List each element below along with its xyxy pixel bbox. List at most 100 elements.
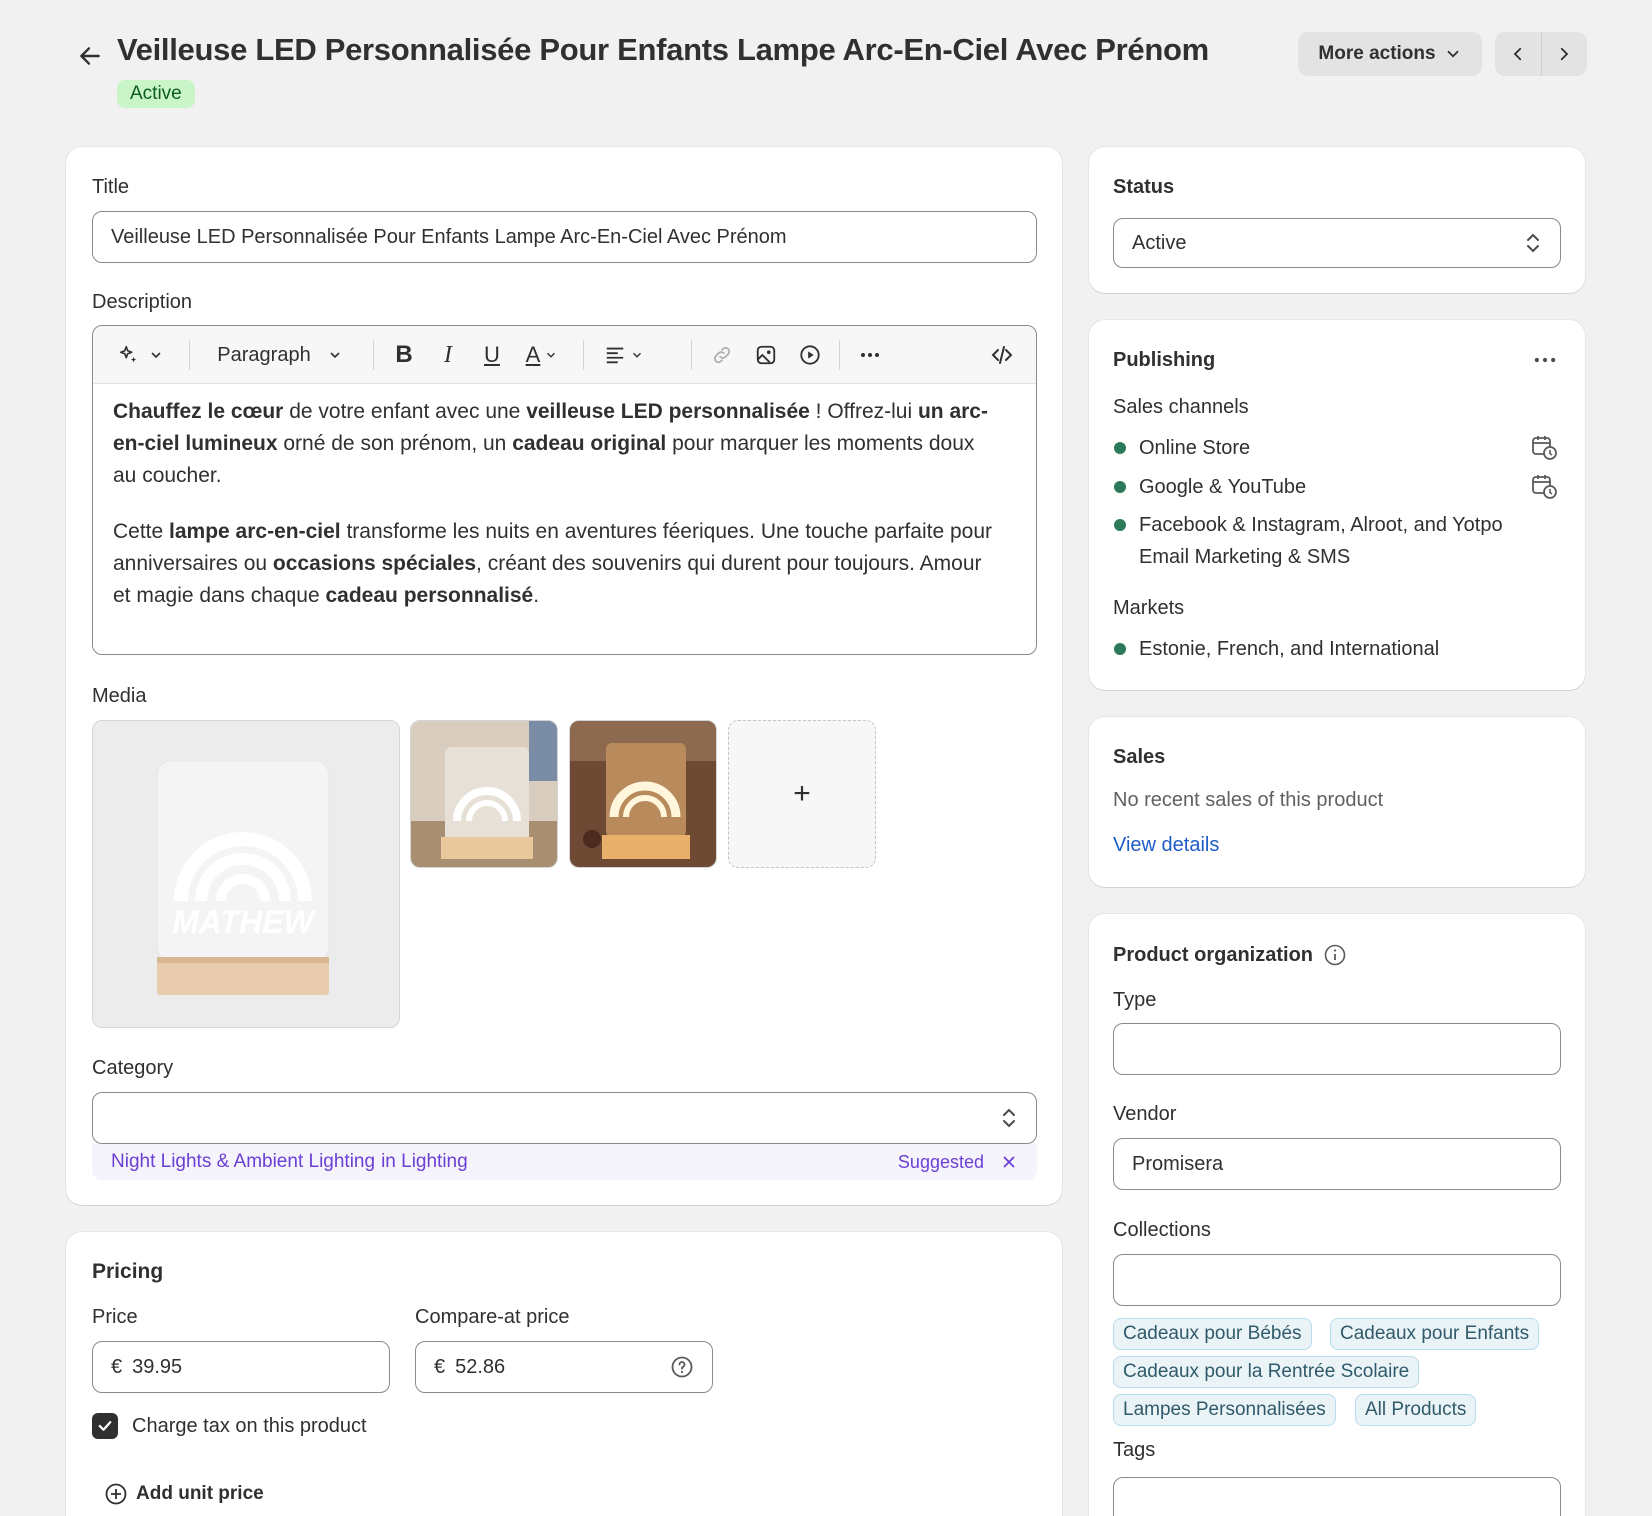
media-thumbnail-1[interactable] xyxy=(410,720,558,868)
title-label: Title xyxy=(92,176,130,198)
description-text: de votre enfant avec une xyxy=(283,400,527,423)
underline-button[interactable]: U xyxy=(475,338,509,372)
previous-product-button[interactable] xyxy=(1495,32,1542,76)
schedule-google-button[interactable] xyxy=(1530,472,1558,506)
channel-facebook-others: Facebook & Instagram, Alroot, and Yotpo … xyxy=(1139,509,1569,573)
product-photo-2 xyxy=(570,721,716,867)
media-main-image[interactable]: MATHEW xyxy=(92,720,400,1028)
status-title: Status xyxy=(1113,176,1175,198)
description-text: . xyxy=(533,584,540,607)
product-photo-1 xyxy=(411,721,557,867)
suggested-label: Suggested xyxy=(897,1151,984,1172)
link-button[interactable] xyxy=(705,338,739,372)
collection-tag[interactable]: Cadeaux pour Bébés xyxy=(1113,1318,1312,1350)
category-suggestion-bar: Night Lights & Ambient Lighting in Light… xyxy=(92,1144,1037,1180)
info-icon[interactable] xyxy=(1323,943,1347,967)
chevron-down-icon xyxy=(330,352,340,359)
price-label: Price xyxy=(92,1306,138,1328)
status-card: Status Active xyxy=(1089,147,1585,293)
add-unit-price-label: Add unit price xyxy=(136,1483,264,1504)
currency-symbol: € xyxy=(111,1355,123,1378)
chevron-right-icon xyxy=(1561,47,1569,61)
collections-input[interactable] xyxy=(1113,1254,1561,1306)
product-organization-card: Product organization Type Vendor Promise… xyxy=(1089,914,1585,1516)
description-text: orné de son prénom, un xyxy=(277,432,513,455)
add-unit-price-button[interactable]: Add unit price xyxy=(104,1482,264,1506)
collection-tag[interactable]: Cadeaux pour Enfants xyxy=(1330,1318,1540,1350)
help-circle-icon[interactable] xyxy=(670,1355,694,1379)
ai-generate-button[interactable] xyxy=(111,338,171,372)
page-title: Veilleuse LED Personnalisée Pour Enfants… xyxy=(117,32,1209,67)
sales-channels-label: Sales channels xyxy=(1113,396,1249,418)
more-horizontal-icon xyxy=(861,353,879,357)
calendar-clock-icon xyxy=(1532,436,1557,460)
product-image-name-text: MATHEW xyxy=(172,904,316,940)
collection-tag[interactable]: Cadeaux pour la Rentrée Scolaire xyxy=(1113,1356,1420,1388)
title-input[interactable]: Veilleuse LED Personnalisée Pour Enfants… xyxy=(92,211,1037,263)
sparkle-icon xyxy=(119,345,137,363)
add-media-button[interactable]: + xyxy=(728,720,876,868)
compare-price-value: 52.86 xyxy=(455,1355,506,1378)
currency-symbol: € xyxy=(434,1355,446,1378)
type-input[interactable] xyxy=(1113,1023,1561,1075)
collections-label: Collections xyxy=(1113,1219,1211,1241)
organization-title-text: Product organization xyxy=(1113,943,1313,966)
schedule-online-store-button[interactable] xyxy=(1530,433,1558,467)
close-icon[interactable] xyxy=(1000,1153,1018,1171)
vendor-input[interactable]: Promisera xyxy=(1113,1138,1561,1190)
paragraph-select[interactable]: Paragraph xyxy=(205,338,355,372)
image-icon xyxy=(756,345,776,365)
status-value: Active xyxy=(1132,231,1187,254)
view-details-link[interactable]: View details xyxy=(1113,834,1219,857)
compare-price-input[interactable]: € 52.86 xyxy=(415,1341,713,1393)
media-label: Media xyxy=(92,685,147,707)
more-actions-button[interactable]: More actions xyxy=(1298,32,1482,76)
next-product-button[interactable] xyxy=(1542,32,1588,76)
media-thumbnail-2[interactable] xyxy=(569,720,717,868)
category-label: Category xyxy=(92,1057,174,1079)
category-suggestion-parent: in Lighting xyxy=(381,1151,468,1172)
status-select[interactable]: Active xyxy=(1113,218,1561,268)
chevron-left-icon xyxy=(1513,47,1521,61)
play-circle-icon xyxy=(800,345,820,365)
channel-facebook-text: Facebook & Instagram, Alroot, and Yotpo xyxy=(1139,514,1503,536)
align-button[interactable] xyxy=(599,338,649,372)
bold-button[interactable]: B xyxy=(387,338,421,372)
product-image: MATHEW xyxy=(93,721,399,1027)
charge-tax-checkbox[interactable] xyxy=(92,1413,118,1439)
paragraph-label: Paragraph xyxy=(217,343,311,366)
code-icon xyxy=(991,346,1013,364)
channel-status-dot xyxy=(1114,519,1126,531)
channel-email-text: Email Marketing & SMS xyxy=(1139,546,1351,568)
description-content[interactable]: Chauffez le cœur de votre enfant avec un… xyxy=(113,396,993,636)
tags-label: Tags xyxy=(1113,1439,1156,1461)
italic-button[interactable]: I xyxy=(431,338,465,372)
insert-image-button[interactable] xyxy=(749,338,783,372)
select-arrows-icon xyxy=(1527,233,1539,253)
product-nav xyxy=(1495,32,1587,76)
channel-online-store: Online Store xyxy=(1139,437,1251,459)
publishing-more-button[interactable] xyxy=(1531,346,1559,380)
insert-video-button[interactable] xyxy=(793,338,827,372)
channel-status-dot xyxy=(1114,481,1126,493)
chevron-down-icon xyxy=(633,352,641,358)
description-editor[interactable]: Paragraph B I U A Chauffez le cœur de vo… xyxy=(92,325,1037,655)
price-input[interactable]: € 39.95 xyxy=(92,1341,390,1393)
collection-tag[interactable]: All Products xyxy=(1355,1394,1477,1426)
publishing-title: Publishing xyxy=(1113,349,1216,371)
product-details-card: Title Veilleuse LED Personnalisée Pour E… xyxy=(66,147,1062,1205)
tags-input[interactable] xyxy=(1113,1477,1561,1516)
text-color-button[interactable]: A xyxy=(517,338,567,372)
category-select[interactable] xyxy=(92,1092,1037,1144)
arrow-left-icon xyxy=(80,47,100,65)
italic-icon: I xyxy=(444,341,452,368)
more-formatting-button[interactable] xyxy=(853,338,887,372)
collection-tag[interactable]: Lampes Personnalisées xyxy=(1113,1394,1336,1426)
description-text: Cette xyxy=(113,520,170,543)
sales-title: Sales xyxy=(1113,746,1166,768)
category-suggestion-link[interactable]: Night Lights & Ambient Lighting xyxy=(111,1151,375,1173)
show-html-button[interactable] xyxy=(985,338,1019,372)
align-left-icon xyxy=(606,347,624,364)
back-button[interactable] xyxy=(72,38,108,74)
checkmark-icon xyxy=(98,1421,112,1431)
